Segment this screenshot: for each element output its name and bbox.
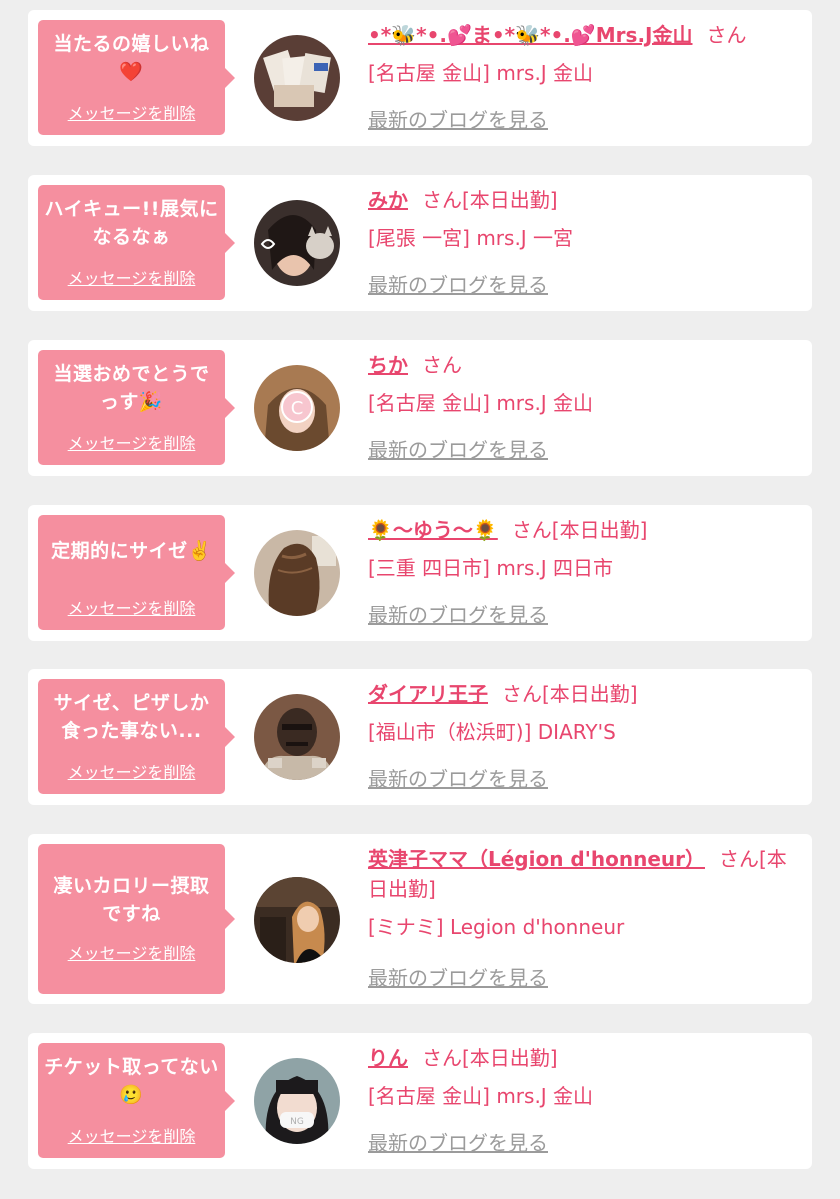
sender-info: みか さん[本日出勤] [尾張 一宮] mrs.J 一宮 bbox=[368, 185, 798, 253]
latest-blog-link[interactable]: 最新のブログを見る bbox=[368, 271, 548, 299]
sender-name-line: みか さん[本日出勤] bbox=[368, 185, 798, 215]
sender-name-line: ちか さん bbox=[368, 350, 798, 380]
sender-suffix: さん bbox=[422, 353, 462, 377]
shop-name: [尾張 一宮] mrs.J 一宮 bbox=[368, 226, 574, 250]
latest-blog-link[interactable]: 最新のブログを見る bbox=[368, 1129, 548, 1157]
svg-text:C: C bbox=[291, 398, 304, 419]
message-text: 定期的にサイゼ✌️ bbox=[51, 540, 212, 562]
message-text: サイゼ、ピザしか食った事ない... bbox=[53, 692, 210, 742]
sender-info: •*🐝*•.💕ま•*🐝*•.💕Mrs.J金山 さん [名古屋 金山] mrs.J … bbox=[368, 20, 798, 88]
sender-name-link[interactable]: 🌻〜ゆう〜🌻 bbox=[368, 518, 498, 542]
avatar[interactable] bbox=[254, 35, 340, 121]
sender-name-line: 🌻〜ゆう〜🌻 さん[本日出勤] bbox=[368, 515, 798, 545]
message-text: ハイキュー!!展気になるなぁ bbox=[44, 198, 219, 248]
woman-hidden-face-photo-avatar: C bbox=[254, 365, 340, 451]
message-bubble: サイゼ、ピザしか食った事ない... メッセージを削除 bbox=[38, 679, 235, 794]
shop-name: [三重 四日市] mrs.J 四日市 bbox=[368, 556, 614, 580]
avatar[interactable]: C bbox=[254, 365, 340, 451]
sender-name-link[interactable]: •*🐝*•.💕ま•*🐝*•.💕Mrs.J金山 bbox=[368, 23, 692, 47]
message-card: 当選おめでとうでっす🎉 メッセージを削除 C ちか さん [名古屋 金山] mrs… bbox=[28, 340, 812, 476]
sender-info: りん さん[本日出勤] [名古屋 金山] mrs.J 金山 bbox=[368, 1043, 798, 1111]
sender-suffix: さん bbox=[706, 23, 747, 47]
message-bubble: 凄いカロリー摂取ですね メッセージを削除 bbox=[38, 844, 235, 994]
sender-suffix: さん[本日出勤] bbox=[502, 682, 638, 706]
message-bubble: ハイキュー!!展気になるなぁ メッセージを削除 bbox=[38, 185, 235, 300]
sender-info: ダイアリ王子 さん[本日出勤] [福山市（松浜町)] DIARY'S bbox=[368, 679, 798, 747]
message-bubble: 当選おめでとうでっす🎉 メッセージを削除 bbox=[38, 350, 235, 465]
sender-name-link[interactable]: りん bbox=[368, 1046, 408, 1070]
message-bubble: 当たるの嬉しいね❤️ メッセージを削除 bbox=[38, 20, 235, 135]
message-text: 当選おめでとうでっす🎉 bbox=[53, 363, 210, 413]
shop-name: [名古屋 金山] mrs.J 金山 bbox=[368, 61, 594, 85]
delete-message-link[interactable]: メッセージを削除 bbox=[38, 100, 225, 124]
sender-info: ちか さん [名古屋 金山] mrs.J 金山 bbox=[368, 350, 798, 418]
sender-info: 英津子ママ（Légion d'honneur） さん[本日出勤] [ミナミ] Le… bbox=[368, 844, 798, 942]
latest-blog-link[interactable]: 最新のブログを見る bbox=[368, 106, 548, 134]
delete-message-link[interactable]: メッセージを削除 bbox=[38, 940, 225, 964]
latest-blog-link[interactable]: 最新のブログを見る bbox=[368, 436, 548, 464]
sender-suffix: さん[本日出勤] bbox=[422, 188, 558, 212]
woman-with-cat-photo-avatar bbox=[254, 200, 340, 286]
sender-suffix: さん[本日出勤] bbox=[422, 1046, 558, 1070]
message-card: チケット取ってない🥲 メッセージを削除 NG りん さん[本日出勤] [名古屋 金… bbox=[28, 1033, 812, 1169]
message-card: サイゼ、ピザしか食った事ない... メッセージを削除 ダイアリ王子 さん[本日出勤… bbox=[28, 669, 812, 805]
latest-blog-link[interactable]: 最新のブログを見る bbox=[368, 601, 548, 629]
tickets-photo-avatar bbox=[254, 35, 340, 121]
delete-message-link[interactable]: メッセージを削除 bbox=[38, 265, 225, 289]
message-bubble: 定期的にサイゼ✌️ メッセージを削除 bbox=[38, 515, 235, 630]
shop-name: [名古屋 金山] mrs.J 金山 bbox=[368, 391, 594, 415]
avatar[interactable] bbox=[254, 694, 340, 780]
avatar[interactable] bbox=[254, 200, 340, 286]
sender-name-line: 英津子ママ（Légion d'honneur） さん[本日出勤] bbox=[368, 844, 798, 904]
sender-info: 🌻〜ゆう〜🌻 さん[本日出勤] [三重 四日市] mrs.J 四日市 bbox=[368, 515, 798, 583]
sender-name-link[interactable]: ちか bbox=[368, 353, 408, 377]
message-text: 凄いカロリー摂取ですね bbox=[53, 875, 210, 925]
sender-name-link[interactable]: 英津子ママ（Légion d'honneur） bbox=[368, 847, 705, 871]
sender-name-line: りん さん[本日出勤] bbox=[368, 1043, 798, 1073]
message-text: チケット取ってない🥲 bbox=[44, 1056, 219, 1106]
message-card: ハイキュー!!展気になるなぁ メッセージを削除 みか さん[本日出勤] [尾張 一… bbox=[28, 175, 812, 311]
delete-message-link[interactable]: メッセージを削除 bbox=[38, 595, 225, 619]
message-card: 当たるの嬉しいね❤️ メッセージを削除 •*🐝*•.💕ま•*🐝*•.💕Mrs.J… bbox=[28, 10, 812, 146]
delete-message-link[interactable]: メッセージを削除 bbox=[38, 1123, 225, 1147]
delete-message-link[interactable]: メッセージを削除 bbox=[38, 430, 225, 454]
sender-suffix: さん[本日出勤] bbox=[511, 518, 648, 542]
latest-blog-link[interactable]: 最新のブログを見る bbox=[368, 964, 548, 992]
shop-name: [福山市（松浜町)] DIARY'S bbox=[368, 720, 616, 744]
avatar[interactable] bbox=[254, 530, 340, 616]
message-bubble: チケット取ってない🥲 メッセージを削除 bbox=[38, 1043, 235, 1158]
woman-in-bar-photo-avatar bbox=[254, 877, 340, 963]
avatar[interactable] bbox=[254, 877, 340, 963]
hair-back-photo-avatar bbox=[254, 530, 340, 616]
sender-name-line: •*🐝*•.💕ま•*🐝*•.💕Mrs.J金山 さん bbox=[368, 20, 798, 50]
message-text: 当たるの嬉しいね❤️ bbox=[53, 33, 210, 83]
avatar[interactable]: NG bbox=[254, 1058, 340, 1144]
shop-name: [名古屋 金山] mrs.J 金山 bbox=[368, 1084, 594, 1108]
message-card: 定期的にサイゼ✌️ メッセージを削除 🌻〜ゆう〜🌻 さん[本日出勤] [三重 四日… bbox=[28, 505, 812, 641]
shop-name: [ミナミ] Legion d'honneur bbox=[368, 915, 625, 939]
sender-name-line: ダイアリ王子 さん[本日出勤] bbox=[368, 679, 798, 709]
delete-message-link[interactable]: メッセージを削除 bbox=[38, 759, 225, 783]
sender-name-link[interactable]: ダイアリ王子 bbox=[368, 682, 488, 706]
message-list: 当たるの嬉しいね❤️ メッセージを削除 •*🐝*•.💕ま•*🐝*•.💕Mrs.J… bbox=[0, 0, 840, 1199]
svg-text:NG: NG bbox=[290, 1117, 304, 1127]
woman-with-mask-photo-avatar: NG bbox=[254, 1058, 340, 1144]
sender-name-link[interactable]: みか bbox=[368, 188, 408, 212]
costumed-man-photo-avatar bbox=[254, 694, 340, 780]
message-card: 凄いカロリー摂取ですね メッセージを削除 英津子ママ（Légion d'honn… bbox=[28, 834, 812, 1004]
latest-blog-link[interactable]: 最新のブログを見る bbox=[368, 765, 548, 793]
